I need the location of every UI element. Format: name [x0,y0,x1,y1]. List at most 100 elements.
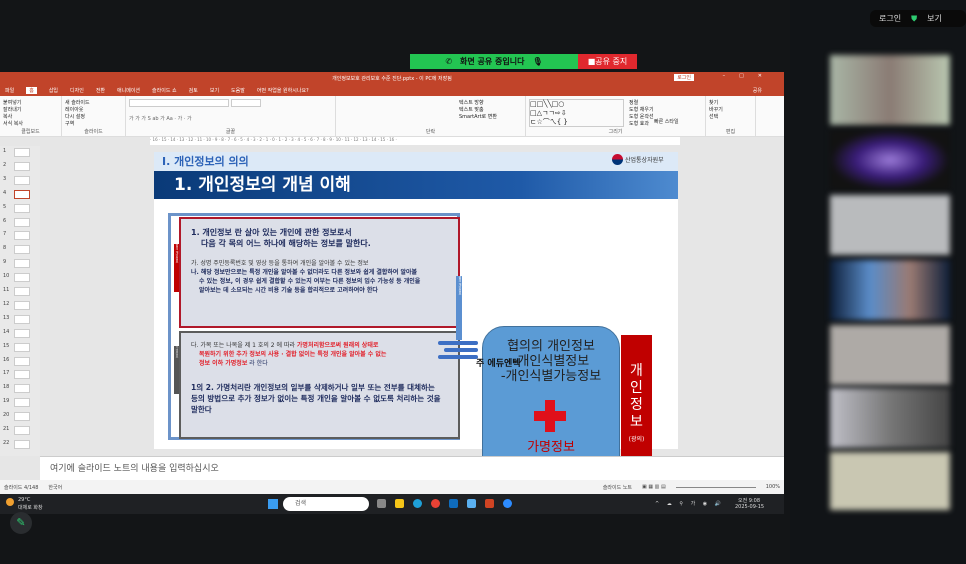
slide-thumbnail[interactable] [14,300,30,310]
tab-view[interactable]: 보기 [210,87,219,94]
tab-review[interactable]: 검토 [189,87,198,94]
powerpoint-window: 개인정보보호 관리보호 수준 진단.pptx - 이 PC에 저장됨 로그인 –… [0,72,784,494]
login-button[interactable]: 로그인 [674,74,694,81]
replace-button[interactable]: 바꾸기 [709,106,752,113]
slide-thumbnail[interactable] [14,342,30,352]
align-text-button[interactable]: 텍스트 맞춤 [339,106,522,113]
text-direction-button[interactable]: 텍스트 방향 [339,99,522,106]
chrome-icon[interactable] [431,499,440,508]
slide-thumbnail[interactable] [14,189,30,199]
outlook-icon[interactable] [449,499,458,508]
slide-thumbnail[interactable] [14,203,30,213]
slide-thumbnail[interactable] [14,328,30,338]
thumbnail-number: 16 [3,356,10,363]
participant-video[interactable] [830,452,950,510]
window-controls[interactable]: –□✕ [723,73,776,79]
slide-thumbnail-panel[interactable]: 1 2 3 4 5 6 7 8 9 10 11 12 13 14 15 16 17 18 19 20 21 22 [0,146,40,456]
view-buttons[interactable]: ▣ ▦ ▥ ▤ [642,484,666,490]
slide-thumbnail[interactable] [14,161,30,171]
slide-thumbnail[interactable] [14,412,30,422]
app-icon[interactable] [467,499,476,508]
slide-thumbnail[interactable] [14,426,30,435]
select-button[interactable]: 선택 [709,113,752,120]
clock-date[interactable]: 2025-09-15 [735,504,764,510]
zoom-slider[interactable] [675,486,756,488]
participant-video-active[interactable] [830,260,950,320]
task-view-icon[interactable] [377,499,386,508]
slide-thumbnail[interactable] [14,175,30,185]
slide-thumbnail[interactable] [14,439,30,449]
ministry-logo: 산업통상자원부 [612,154,664,165]
mic-icon[interactable]: 🎙 [533,57,543,66]
slide-thumbnail[interactable] [14,273,30,283]
slide-thumbnail[interactable] [14,356,30,366]
tell-me-input[interactable]: 어떤 작업을 원하시나요? [257,87,309,94]
section-button[interactable]: 구역 [65,120,122,127]
tab-home[interactable]: 홈 [26,86,37,94]
slide-thumbnail[interactable] [14,259,30,269]
slide-thumbnail[interactable] [14,384,30,394]
tab-animations[interactable]: 애니메이션 [117,87,140,94]
tab-file[interactable]: 파일 [5,87,14,94]
participant-video[interactable] [830,55,950,125]
participant-video[interactable] [830,195,950,255]
windows-start-icon[interactable] [268,499,278,509]
share-button[interactable]: 공유 [753,87,762,94]
thumbnail-number: 3 [3,175,7,182]
tab-design[interactable]: 디자인 [70,87,84,94]
shield-check-icon[interactable]: ⛊ [911,14,917,24]
weather-desc[interactable]: 대체로 화창 [18,504,43,511]
reset-button[interactable]: 다시 설정 [65,113,122,120]
taskbar-search[interactable]: 검색 [283,497,369,511]
font-format-buttons[interactable]: 가 가 가 S ab 가 Aa · 가 · 가 [129,115,332,122]
layout-button[interactable]: 레이아웃 [65,106,122,113]
thumbnail-number: 8 [3,245,7,252]
slide-thumbnail[interactable] [14,287,30,296]
stop-share-button[interactable]: ■ 공유 중지 [578,54,637,69]
slide-thumbnail[interactable] [14,370,30,380]
clause-na: 수 있는 정보, 이 경우 쉽게 결합할 수 있는지 여부는 다른 정보의 입수… [199,278,421,285]
participant-video[interactable] [830,325,950,385]
thumbnail-number: 10 [3,273,10,280]
slide-thumbnail[interactable] [14,217,30,227]
annotate-pen-icon[interactable]: ✎ [10,512,32,534]
vertical-char: 인 [630,380,643,396]
tab-insert[interactable]: 삽입 [49,87,58,94]
language-indicator[interactable]: 한국어 [48,484,62,491]
quick-styles-button[interactable]: 빠른 스타일 [654,118,679,125]
slide-thumbnail[interactable] [14,245,30,255]
system-tray[interactable]: ^ ☁ ⚲ 가 ◉ 🔊 [655,500,724,507]
tab-transitions[interactable]: 전환 [96,87,105,94]
powerpoint-icon[interactable] [485,499,494,508]
weather-temp[interactable]: 29°C [18,497,30,503]
slide-canvas[interactable]: Ⅰ. 개인정보의 의의 산업통상자원부 1. 개인정보의 개념 이해 협의 개인… [154,152,678,481]
zoom-login-button[interactable]: 로그인 [879,13,901,24]
zoom-icon[interactable] [503,499,512,508]
copy-button[interactable]: 복사 [3,113,58,120]
slide-thumbnail[interactable] [14,231,30,241]
zoom-level[interactable]: 100% [766,484,780,490]
file-explorer-icon[interactable] [395,499,404,508]
slide-thumbnail[interactable] [14,398,30,408]
clock-time[interactable]: 오전 9:08 [738,497,760,504]
font-name-select[interactable] [129,99,229,107]
tab-help[interactable]: 도움말 [231,87,245,94]
slide-thumbnail[interactable] [14,314,30,324]
paste-button[interactable]: 붙여넣기 [3,99,58,106]
notes-toggle[interactable]: 슬라이드 노트 [603,484,632,491]
slide-thumbnail[interactable] [14,148,30,157]
slide-notes-input[interactable]: 여기에 슬라이드 노트의 내용을 입력하십시오 [40,456,784,480]
find-button[interactable]: 찾기 [709,99,752,106]
zoom-view-button[interactable]: 보기 [927,13,942,24]
font-size-select[interactable] [230,99,261,107]
edge-icon[interactable] [413,499,422,508]
smartart-button[interactable]: SmartArt로 변환 [339,113,522,120]
new-slide-button[interactable]: 새 슬라이드 [65,99,122,106]
participant-video[interactable] [830,130,950,190]
shapes-gallery[interactable]: □□╲╲□○ □△ㄱㄱ⇨⇩ ㄷ☆⌒ㄟ{ } [529,99,624,127]
participant-video[interactable] [830,388,950,448]
tab-slideshow[interactable]: 슬라이드 쇼 [152,87,177,94]
cut-button[interactable]: 잘라내기 [3,106,58,113]
format-painter-button[interactable]: 서식 복사 [3,120,58,127]
blue-line: 협의의 개인정보 [507,339,595,354]
